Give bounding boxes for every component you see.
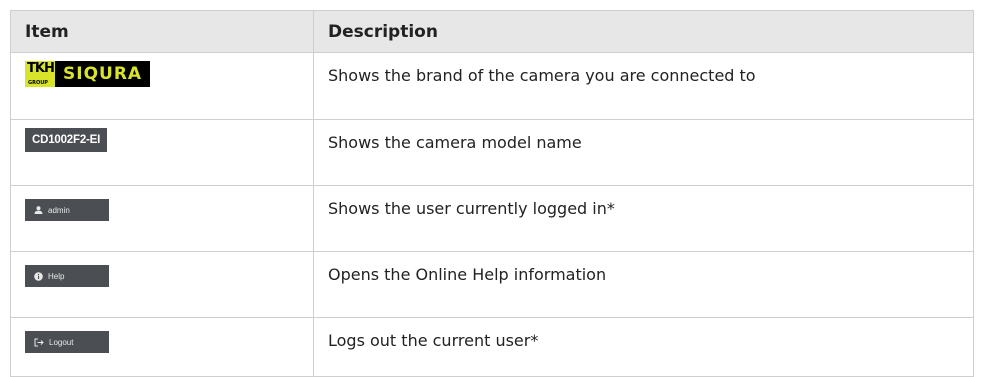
logout-button-label: Logout xyxy=(49,337,74,347)
table-header-row: Item Description xyxy=(10,10,974,53)
logo-prefix: TKH xyxy=(27,61,55,76)
description-cell: Opens the Online Help information xyxy=(313,251,974,318)
description-cell: Logs out the current user* xyxy=(313,317,974,377)
table-row: admin Shows the user currently logged in… xyxy=(10,185,974,252)
description-cell: Shows the brand of the camera you are co… xyxy=(313,52,974,120)
description-cell: Shows the user currently logged in* xyxy=(313,185,974,252)
logout-icon xyxy=(34,338,44,347)
user-icon xyxy=(34,206,43,214)
brand-logo: TKH GROUP SIQURA xyxy=(25,61,151,87)
description-cell: Shows the camera model name xyxy=(313,119,974,186)
table-row: CD1002F2-EI Shows the camera model name xyxy=(10,119,974,186)
user-button-label: admin xyxy=(48,205,70,215)
camera-model-label: CD1002F2-EI xyxy=(25,128,108,152)
table-row: Logout Logs out the current user* xyxy=(10,317,974,377)
help-button[interactable]: Help xyxy=(25,265,109,287)
logo-group: GROUP xyxy=(28,80,48,86)
table-row: TKH GROUP SIQURA Shows the brand of the … xyxy=(10,52,974,120)
item-cell: admin xyxy=(10,185,314,252)
info-icon xyxy=(34,271,43,281)
spec-table: Item Description TKH GROUP SIQURA Shows … xyxy=(10,10,974,377)
item-cell: CD1002F2-EI xyxy=(10,119,314,186)
item-cell: Help xyxy=(10,251,314,318)
tkh-group-mark: TKH GROUP xyxy=(25,61,55,87)
item-cell: Logout xyxy=(10,317,314,377)
help-button-label: Help xyxy=(48,271,65,281)
column-header-description: Description xyxy=(313,10,974,53)
item-cell: TKH GROUP SIQURA xyxy=(10,52,314,120)
column-header-item: Item xyxy=(10,10,314,53)
brand-name: SIQURA xyxy=(63,64,143,84)
logout-button[interactable]: Logout xyxy=(25,331,109,353)
admin-user-button[interactable]: admin xyxy=(25,199,109,221)
table-row: Help Opens the Online Help information xyxy=(10,251,974,318)
